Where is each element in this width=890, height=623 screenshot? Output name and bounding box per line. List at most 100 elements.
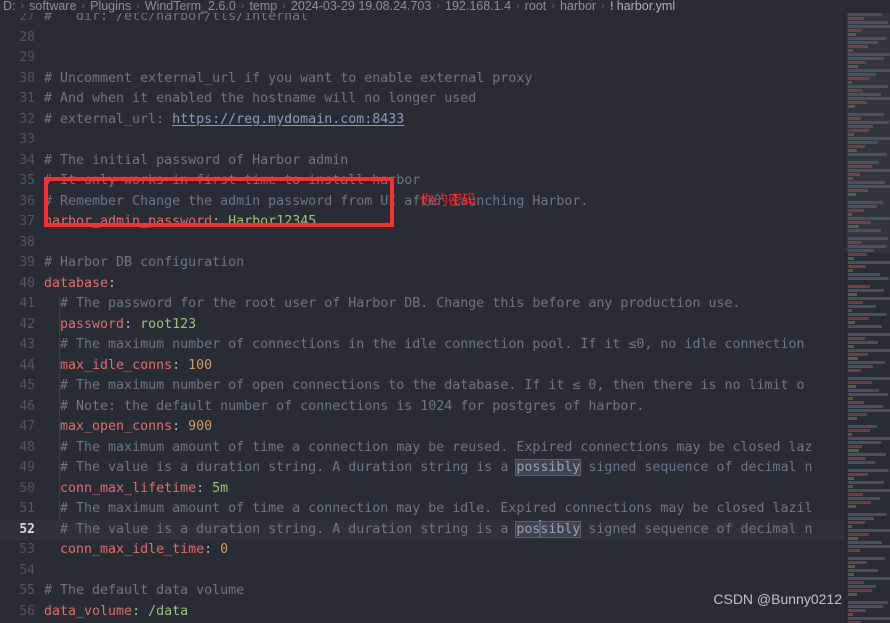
code-line[interactable]: 33: [0, 130, 845, 151]
code-line[interactable]: 53 conn_max_idle_time: 0: [0, 540, 845, 561]
minimap-line: [848, 289, 884, 292]
line-content[interactable]: # Uncomment external_url if you want to …: [44, 69, 532, 90]
minimap-line: [848, 309, 852, 312]
code-line[interactable]: 37 harbor_admin_password: Harbor12345: [0, 212, 845, 233]
code-surface[interactable]: 27 # dir: /etc/harbor/tls/internal 28 29 30 #…: [0, 13, 845, 623]
line-content[interactable]: # The password for the root user of Harb…: [44, 294, 740, 315]
code-line[interactable]: 48 # The maximum amount of time a connec…: [0, 438, 845, 459]
line-content[interactable]: harbor_admin_password: Harbor12345: [44, 212, 316, 233]
code-line[interactable]: 43 # The maximum number of connections i…: [0, 335, 845, 356]
code-line[interactable]: 40 database:: [0, 274, 845, 295]
minimap-line: [848, 545, 890, 548]
minimap[interactable]: [845, 13, 890, 623]
breadcrumb-item-4[interactable]: temp: [248, 0, 278, 13]
code-line[interactable]: 45 # The maximum number of open connecti…: [0, 376, 845, 397]
breadcrumb-file[interactable]: harbor.yml: [617, 0, 675, 13]
minimap-line: [848, 93, 881, 96]
line-content[interactable]: # The maximum amount of time a connectio…: [44, 438, 813, 459]
code-line[interactable]: 29: [0, 48, 845, 69]
minimap-line: [848, 421, 890, 424]
minimap-line: [848, 609, 866, 612]
line-content[interactable]: # And when it enabled the hostname will …: [44, 89, 476, 110]
minimap-line: [848, 617, 890, 620]
minimap-line: [848, 241, 862, 244]
line-content[interactable]: # The maximum number of open connections…: [44, 376, 805, 397]
minimap-line: [848, 313, 887, 316]
breadcrumb-item-1[interactable]: software: [28, 0, 77, 13]
code-line[interactable]: 46 # Note: the default number of connect…: [0, 397, 845, 418]
minimap-line: [848, 193, 856, 196]
code-line[interactable]: 28: [0, 28, 845, 49]
minimap-line: [848, 141, 878, 144]
breadcrumb-item-3[interactable]: WindTerm_2.6.0: [144, 0, 237, 13]
line-content[interactable]: conn_max_lifetime: 5m: [44, 479, 228, 500]
code-line[interactable]: 44 max_idle_conns: 100: [0, 356, 845, 377]
line-content[interactable]: # external_url: https://reg.mydomain.com…: [44, 110, 404, 131]
breadcrumb-item-5[interactable]: 2024-03-29 19.08.24.703: [290, 0, 432, 13]
minimap-line: [848, 485, 853, 488]
code-line[interactable]: 32 # external_url: https://reg.mydomain.c…: [0, 110, 845, 131]
code-line[interactable]: 34 # The initial password of Harbor admin: [0, 151, 845, 172]
code-line[interactable]: 47 max_open_conns: 900: [0, 417, 845, 438]
minimap-line: [848, 489, 890, 492]
code-line[interactable]: 51 # The maximum amount of time a connec…: [0, 499, 845, 520]
line-content[interactable]: # The maximum amount of time a connectio…: [44, 499, 813, 520]
line-content[interactable]: # It only works in first time to install…: [44, 171, 420, 192]
minimap-line: [848, 521, 865, 524]
minimap-line: [848, 173, 860, 176]
line-content[interactable]: password: root123: [44, 315, 196, 336]
code-line[interactable]: 42 password: root123: [0, 315, 845, 336]
minimap-line: [848, 137, 890, 140]
breadcrumb-item-2[interactable]: Plugins: [89, 0, 132, 13]
line-content[interactable]: # Remember Change the admin password fro…: [44, 192, 588, 213]
line-content[interactable]: database:: [44, 274, 116, 295]
minimap-line: [848, 601, 888, 604]
code-line[interactable]: 52 # The value is a duration string. A d…: [0, 519, 845, 541]
minimap-line: [848, 561, 867, 564]
minimap-line: [848, 69, 890, 72]
line-content[interactable]: data_volume: /data: [44, 602, 188, 623]
code-editor[interactable]: 27 # dir: /etc/harbor/tls/internal 28 29 30 #…: [0, 13, 890, 623]
code-line[interactable]: 39 # Harbor DB configuration: [0, 253, 845, 274]
line-content[interactable]: max_open_conns: 900: [44, 417, 212, 438]
minimap-line: [848, 153, 887, 156]
line-content[interactable]: # The initial password of Harbor admin: [44, 151, 348, 172]
minimap-line: [848, 317, 869, 320]
breadcrumb-item-0[interactable]: D:: [2, 0, 17, 13]
code-line[interactable]: 27 # dir: /etc/harbor/tls/internal: [0, 13, 845, 28]
code-line[interactable]: 50 conn_max_lifetime: 5m: [0, 479, 845, 500]
minimap-line: [848, 537, 858, 540]
code-line[interactable]: 35 # It only works in first time to insta…: [0, 171, 845, 192]
minimap-line: [848, 293, 857, 296]
line-content[interactable]: # The default data volume: [44, 581, 244, 602]
line-content[interactable]: # dir: /etc/harbor/tls/internal: [44, 13, 308, 28]
minimap-line: [848, 149, 857, 152]
code-line[interactable]: 38: [0, 233, 845, 254]
line-content[interactable]: # The value is a duration string. A dura…: [44, 458, 813, 479]
minimap-line: [848, 573, 854, 576]
minimap-line: [848, 341, 878, 344]
minimap-line: [848, 45, 868, 48]
breadcrumb-item-7[interactable]: root: [524, 0, 548, 13]
line-content[interactable]: # Harbor DB configuration: [44, 253, 244, 274]
minimap-line: [848, 261, 890, 264]
line-content[interactable]: max_idle_conns: 100: [44, 356, 212, 377]
minimap-line: [848, 589, 872, 592]
breadcrumb-item-6[interactable]: 192.168.1.4: [444, 0, 512, 13]
editor-window: D: › software › Plugins › WindTerm_2.6.0…: [0, 0, 890, 623]
code-line[interactable]: 31 # And when it enabled the hostname wil…: [0, 89, 845, 110]
line-content[interactable]: # The value is a duration string. A dura…: [44, 519, 813, 541]
breadcrumb[interactable]: D: › software › Plugins › WindTerm_2.6.0…: [0, 0, 890, 13]
breadcrumb-item-8[interactable]: harbor: [559, 0, 597, 13]
code-line[interactable]: 49 # The value is a duration string. A d…: [0, 458, 845, 479]
minimap-line: [848, 477, 854, 480]
line-content[interactable]: conn_max_idle_time: 0: [44, 540, 228, 561]
code-line[interactable]: 54: [0, 561, 845, 582]
line-content[interactable]: # Note: the default number of connection…: [44, 397, 644, 418]
minimap-line: [848, 13, 882, 16]
line-content[interactable]: # The maximum number of connections in t…: [44, 335, 805, 356]
code-rows[interactable]: 27 # dir: /etc/harbor/tls/internal 28 29 30 #…: [0, 13, 845, 623]
minimap-line: [848, 365, 873, 368]
code-line[interactable]: 30 # Uncomment external_url if you want t…: [0, 69, 845, 90]
code-line[interactable]: 41 # The password for the root user of H…: [0, 294, 845, 315]
